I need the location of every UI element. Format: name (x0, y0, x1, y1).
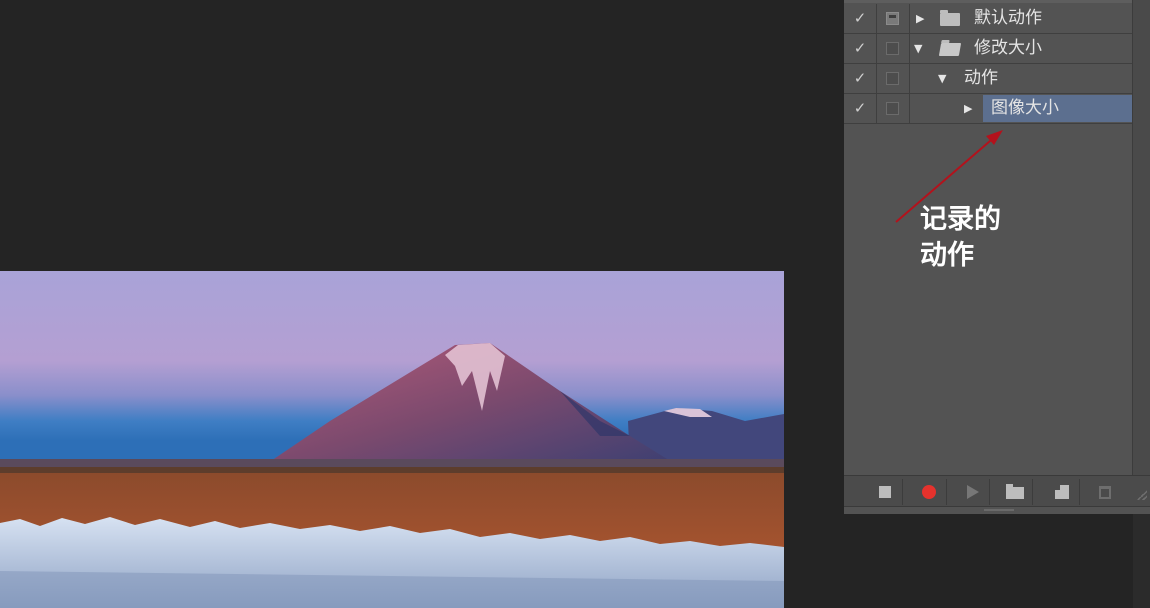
panel-scrollbar[interactable] (1132, 0, 1150, 475)
collapse-triangle-icon[interactable]: ▼ (938, 64, 946, 93)
folder-open-icon (938, 43, 962, 56)
toggle-item-checkmark[interactable]: ✓ (844, 94, 877, 123)
dialog-toggle-icon (886, 72, 899, 85)
dialog-toggle-icon (886, 12, 899, 25)
canvas-image (0, 271, 784, 608)
expand-triangle-icon[interactable]: ▶ (964, 94, 972, 123)
toggle-dialog[interactable] (877, 4, 910, 33)
collapse-triangle-icon[interactable]: ▼ (914, 34, 922, 63)
actions-toolbar (844, 475, 1150, 507)
toggle-dialog[interactable] (877, 64, 910, 93)
new-set-button[interactable] (997, 479, 1033, 505)
new-action-button[interactable] (1044, 479, 1080, 505)
action-step-label: 图像大小 (991, 98, 1059, 118)
panel-drag-handle[interactable] (984, 509, 1014, 511)
action-step-image-size[interactable]: ✓ ▶ 图像大小 (844, 94, 1132, 124)
action-set-resize[interactable]: ✓ ▼ 修改大小 (844, 34, 1132, 64)
stop-button[interactable] (867, 479, 903, 505)
action-set-label: 修改大小 (974, 38, 1042, 58)
action-set-default[interactable]: ✓ ▶ 默认动作 (844, 4, 1132, 34)
landscape-photo (0, 271, 784, 608)
folder-icon (940, 10, 960, 26)
workspace-edge (1133, 514, 1150, 608)
resize-grip-icon[interactable] (1137, 490, 1147, 500)
panel-top-edge (844, 0, 1132, 3)
expand-triangle-icon[interactable]: ▶ (916, 4, 924, 33)
new-action-icon (1055, 485, 1069, 499)
toggle-item-checkmark[interactable]: ✓ (844, 34, 877, 63)
delete-button[interactable] (1087, 479, 1123, 505)
toggle-dialog[interactable] (877, 34, 910, 63)
record-icon (922, 485, 936, 499)
play-icon (967, 485, 979, 499)
action-set-label: 默认动作 (974, 8, 1042, 28)
play-button[interactable] (954, 479, 990, 505)
action-label: 动作 (964, 68, 998, 88)
dialog-toggle-icon (886, 42, 899, 55)
stop-icon (879, 486, 891, 498)
action-item[interactable]: ✓ ▼ 动作 (844, 64, 1132, 94)
dialog-toggle-icon (886, 102, 899, 115)
new-set-icon (1006, 484, 1024, 499)
record-button[interactable] (911, 479, 947, 505)
annotation-label: 记录的 动作 (920, 204, 1001, 271)
toggle-item-checkmark[interactable]: ✓ (844, 4, 877, 33)
toggle-dialog[interactable] (877, 94, 910, 123)
toggle-item-checkmark[interactable]: ✓ (844, 64, 877, 93)
photoshop-workspace: ✓ ▶ 默认动作 ✓ ▼ 修改大小 ✓ ▼ 动作 ✓ ▶ 图像大小 记录的 动作 (0, 0, 1150, 608)
trash-icon (1099, 486, 1111, 499)
